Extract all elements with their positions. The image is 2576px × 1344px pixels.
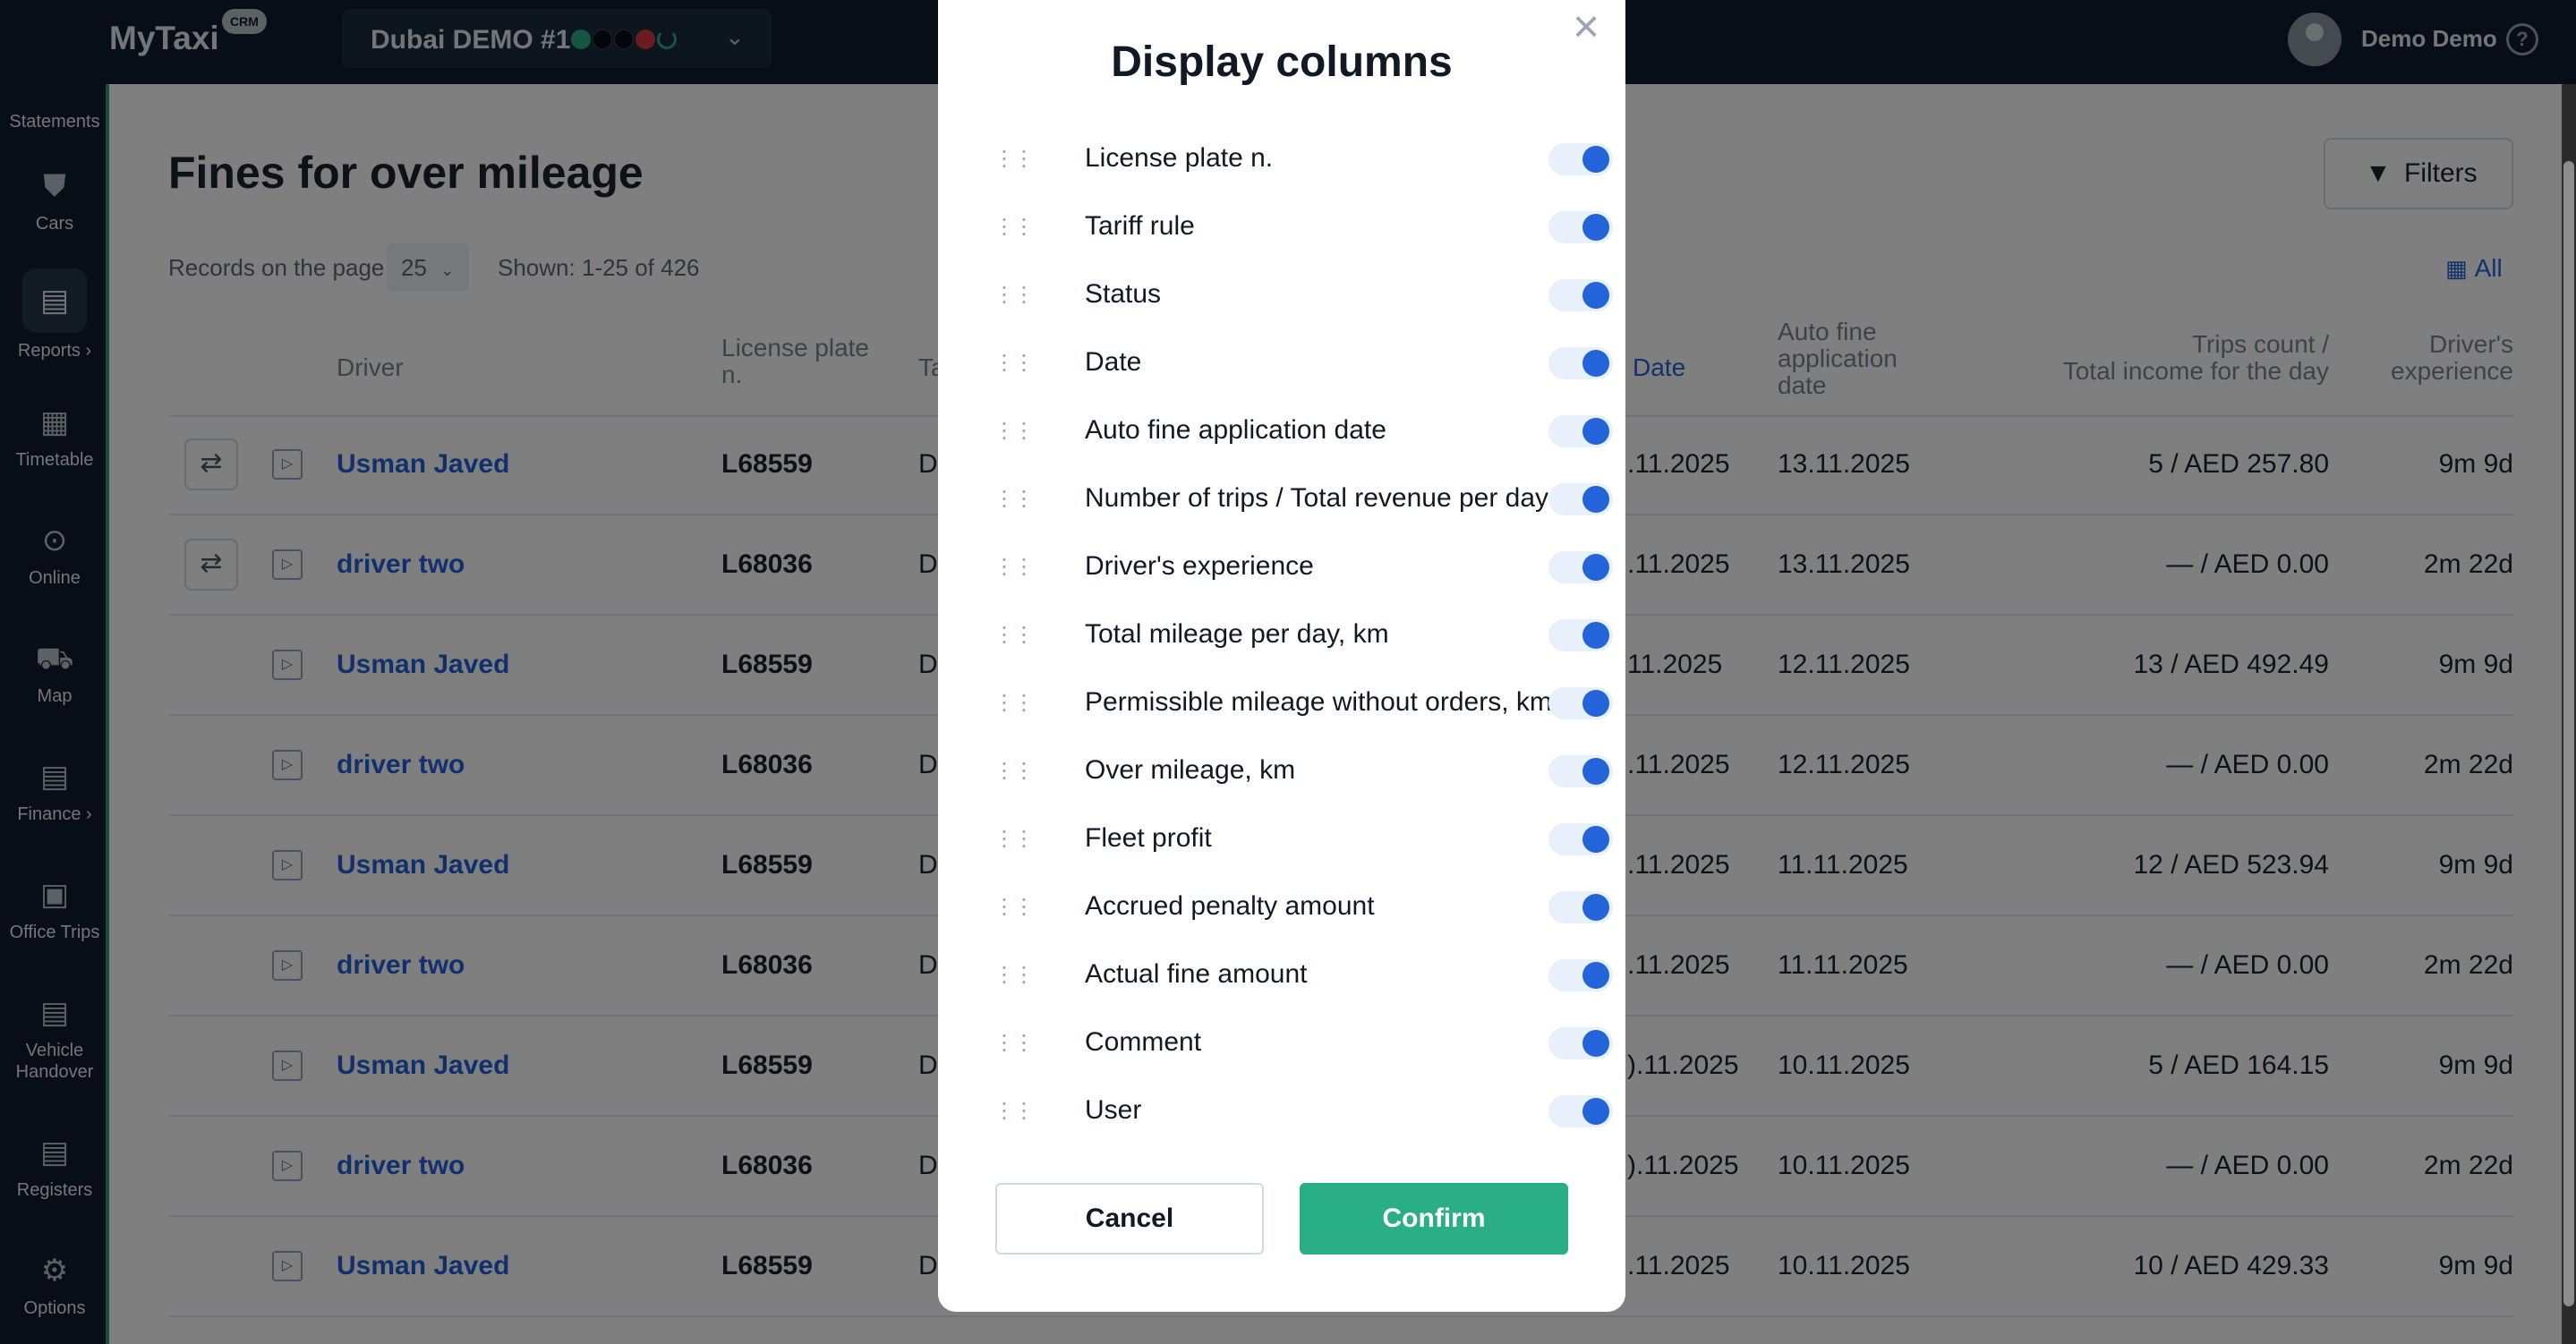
column-toggle[interactable] — [1548, 891, 1613, 923]
column-option: ⋮⋮ Auto fine application date — [994, 404, 1613, 458]
column-label: License plate n. — [1085, 143, 1274, 173]
column-label: Over mileage, km — [1085, 755, 1296, 785]
drag-handle-icon[interactable]: ⋮⋮ — [994, 281, 1035, 310]
drag-handle-icon[interactable]: ⋮⋮ — [994, 1097, 1035, 1126]
column-label: User — [1085, 1095, 1142, 1125]
column-toggle[interactable] — [1548, 551, 1613, 583]
drag-handle-icon[interactable]: ⋮⋮ — [994, 893, 1035, 922]
column-toggle[interactable] — [1548, 415, 1613, 447]
column-label: Actual fine amount — [1085, 959, 1308, 989]
column-toggle[interactable] — [1548, 823, 1613, 855]
drag-handle-icon[interactable]: ⋮⋮ — [994, 825, 1035, 854]
scrollbar-thumb[interactable] — [2563, 161, 2574, 1306]
column-toggle[interactable] — [1548, 687, 1613, 719]
column-label: Tariff rule — [1085, 211, 1195, 241]
drag-handle-icon[interactable]: ⋮⋮ — [994, 757, 1035, 786]
column-label: Driver's experience — [1085, 551, 1314, 581]
app: MyTaxi CRM Dubai DEMO #1 ⌄ Demo Demo ? S… — [0, 0, 2576, 1344]
column-toggle[interactable] — [1548, 959, 1613, 991]
display-columns-modal: × Display columns ⋮⋮ License plate n. ⋮⋮ Ta… — [938, 0, 1625, 1312]
column-option: ⋮⋮ Status — [994, 268, 1613, 322]
column-label: Date — [1085, 347, 1142, 377]
column-option: ⋮⋮ Actual fine amount — [994, 948, 1613, 1002]
drag-handle-icon[interactable]: ⋮⋮ — [994, 553, 1035, 582]
column-label: Total mileage per day, km — [1085, 619, 1389, 649]
column-toggle[interactable] — [1548, 619, 1613, 651]
drag-handle-icon[interactable]: ⋮⋮ — [994, 961, 1035, 990]
drag-handle-icon[interactable]: ⋮⋮ — [994, 689, 1035, 718]
column-option: ⋮⋮ Tariff rule — [994, 200, 1613, 254]
column-toggle[interactable] — [1548, 279, 1613, 311]
cancel-button[interactable]: Cancel — [995, 1183, 1264, 1255]
drag-handle-icon[interactable]: ⋮⋮ — [994, 213, 1035, 242]
column-label: Permissible mileage without orders, km — [1085, 687, 1552, 717]
column-toggle[interactable] — [1548, 143, 1613, 175]
column-toggle[interactable] — [1548, 211, 1613, 243]
column-option: ⋮⋮ Date — [994, 336, 1613, 390]
column-option: ⋮⋮ Driver's experience — [994, 540, 1613, 594]
drag-handle-icon[interactable]: ⋮⋮ — [994, 485, 1035, 514]
column-toggle[interactable] — [1548, 1027, 1613, 1059]
column-option: ⋮⋮ Comment — [994, 1017, 1613, 1070]
drag-handle-icon[interactable]: ⋮⋮ — [994, 349, 1035, 378]
column-option: ⋮⋮ Over mileage, km — [994, 744, 1613, 798]
drag-handle-icon[interactable]: ⋮⋮ — [994, 145, 1035, 174]
column-option: ⋮⋮ License plate n. — [994, 132, 1613, 186]
column-label: Number of trips / Total revenue per day — [1085, 483, 1549, 513]
column-label: Auto fine application date — [1085, 415, 1386, 445]
column-label: Fleet profit — [1085, 823, 1212, 853]
column-option: ⋮⋮ Fleet profit — [994, 812, 1613, 866]
drag-handle-icon[interactable]: ⋮⋮ — [994, 417, 1035, 446]
column-option: ⋮⋮ Number of trips / Total revenue per da… — [994, 472, 1613, 526]
column-label: Status — [1085, 279, 1162, 309]
drag-handle-icon[interactable]: ⋮⋮ — [994, 621, 1035, 650]
drag-handle-icon[interactable]: ⋮⋮ — [994, 1029, 1035, 1058]
column-toggle[interactable] — [1548, 755, 1613, 787]
confirm-button[interactable]: Confirm — [1300, 1183, 1568, 1255]
column-toggle[interactable] — [1548, 483, 1613, 515]
modal-title: Display columns — [1111, 38, 1453, 86]
column-option: ⋮⋮ Accrued penalty amount — [994, 880, 1613, 934]
column-label: Accrued penalty amount — [1085, 891, 1375, 921]
column-toggle[interactable] — [1548, 347, 1613, 379]
column-option: ⋮⋮ Permissible mileage without orders, km — [994, 676, 1613, 730]
column-option: ⋮⋮ User — [994, 1085, 1613, 1138]
column-label: Comment — [1085, 1027, 1202, 1057]
column-toggle[interactable] — [1548, 1095, 1613, 1127]
column-option: ⋮⋮ Total mileage per day, km — [994, 608, 1613, 662]
